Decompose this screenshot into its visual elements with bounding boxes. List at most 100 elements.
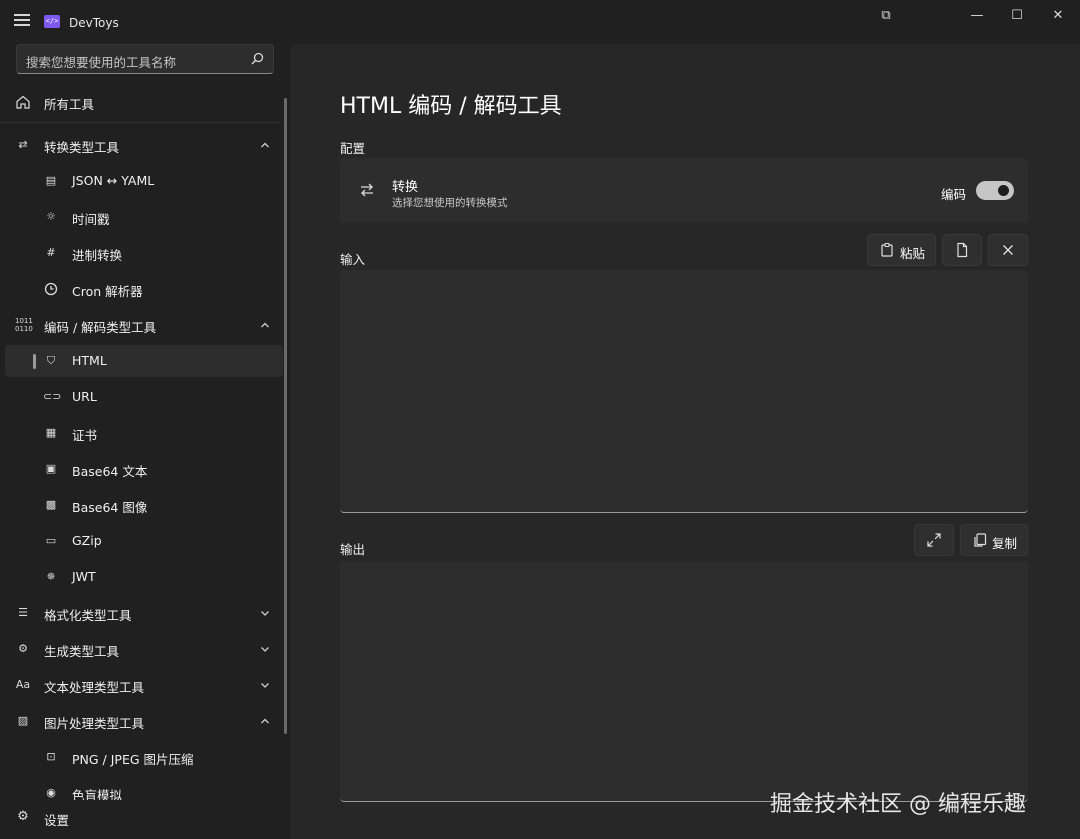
chevron-up-icon (261, 718, 269, 724)
sidebar-item-label: Cron 解析器 (72, 284, 143, 299)
title-bar: </> DevToys ⧉ — ☐ ✕ (0, 0, 1080, 36)
sidebar-group-label: 编码 / 解码类型工具 (44, 320, 157, 335)
sidebar-group-formatters[interactable]: ☰ 格式化类型工具 (5, 597, 283, 629)
sidebar-item-image-compressor[interactable]: ⊡ PNG / JPEG 图片压缩 (5, 741, 283, 773)
sidebar-item-all-tools[interactable]: 所有工具 (5, 86, 283, 118)
search-placeholder: 搜索您想要使用的工具名称 (26, 55, 177, 70)
text-icon: Aa (15, 678, 31, 691)
search-icon[interactable] (249, 51, 265, 67)
maximize-button[interactable]: ☐ (998, 4, 1036, 28)
output-label: 输出 (340, 542, 366, 557)
sidebar-item-timestamp[interactable]: ☼ 时间戳 (5, 201, 283, 233)
encode-toggle-switch[interactable] (976, 181, 1014, 200)
paste-button[interactable]: 粘贴 (867, 234, 936, 266)
picture-icon: ▨ (17, 714, 29, 727)
sidebar-group-label: 生成类型工具 (44, 644, 120, 659)
html5-icon: ⛉ (46, 354, 56, 367)
jwt-icon: ✵ (46, 570, 56, 583)
sidebar-group-label: 转换类型工具 (44, 140, 120, 155)
chevron-down-icon (261, 647, 269, 652)
minimize-button[interactable]: — (958, 4, 996, 28)
config-label: 配置 (340, 141, 366, 156)
sidebar-item-settings[interactable]: ⚙ 设置 (5, 800, 283, 834)
chevron-down-icon (261, 611, 269, 616)
gear-icon: ⚙ (17, 809, 29, 824)
hamburger-menu-icon[interactable] (14, 14, 30, 26)
sidebar-item-label: PNG / JPEG 图片压缩 (72, 752, 194, 767)
sidebar: 搜索您想要使用的工具名称 所有工具 ⇄ 转换类型工具 ▤ JSON ↔ YAML… (0, 36, 290, 839)
sidebar-item-label: 证书 (72, 428, 98, 443)
search-input[interactable]: 搜索您想要使用的工具名称 (16, 44, 274, 74)
chevron-down-icon (261, 683, 269, 688)
main-content: HTML 编码 / 解码工具 配置 转换 选择您想使用的转换模式 编码 输入 粘… (290, 44, 1080, 839)
conversion-description: 选择您想使用的转换模式 (392, 197, 508, 209)
base64-text-icon: ▣ (45, 462, 57, 475)
selection-indicator (33, 354, 36, 369)
expand-output-button[interactable] (914, 524, 954, 556)
timestamp-icon: ☼ (46, 210, 56, 223)
sidebar-item-label: 所有工具 (44, 97, 95, 112)
image-icon: ▩ (45, 498, 57, 511)
sidebar-group-converters[interactable]: ⇄ 转换类型工具 (5, 129, 283, 161)
compact-overlay-button[interactable]: ⧉ (867, 4, 905, 28)
sidebar-item-label: 进制转换 (72, 248, 123, 263)
converter-icon: ⇄ (18, 138, 28, 151)
copy-button[interactable]: 复制 (960, 524, 1028, 556)
conversion-title: 转换 (392, 180, 419, 195)
sidebar-group-graphic[interactable]: ▨ 图片处理类型工具 (5, 705, 283, 737)
sidebar-item-base64-image[interactable]: ▩ Base64 图像 (5, 489, 283, 521)
sidebar-item-html[interactable]: ⛉ HTML (5, 345, 283, 377)
sidebar-item-base64-text[interactable]: ▣ Base64 文本 (5, 453, 283, 485)
sidebar-item-label: HTML (72, 353, 107, 368)
expand-icon (927, 533, 941, 547)
clear-button[interactable] (988, 234, 1028, 266)
sidebar-item-label: Base64 图像 (72, 500, 148, 515)
link-icon: ⊂⊃ (43, 390, 62, 403)
sidebar-item-certificate[interactable]: ▦ 证书 (5, 417, 283, 449)
generator-icon: ⚙ (18, 642, 28, 655)
chevron-up-icon (261, 322, 269, 328)
sidebar-group-label: 格式化类型工具 (44, 608, 132, 623)
conversion-setting-card: 转换 选择您想使用的转换模式 编码 (340, 158, 1028, 223)
sidebar-item-gzip[interactable]: ▭ GZip (5, 525, 283, 557)
close-button[interactable]: ✕ (1039, 4, 1077, 28)
input-textarea[interactable] (340, 270, 1028, 513)
format-icon: ☰ (18, 606, 28, 619)
sidebar-item-json-yaml[interactable]: ▤ JSON ↔ YAML (5, 165, 283, 197)
certificate-icon: ▦ (45, 426, 57, 439)
home-icon (16, 95, 30, 109)
copy-label: 复制 (992, 536, 1018, 551)
chevron-up-icon (261, 142, 269, 148)
clipboard-icon (881, 242, 893, 257)
json-yaml-icon: ▤ (45, 174, 57, 187)
close-icon (1003, 245, 1013, 255)
eye-icon: ◉ (46, 786, 56, 799)
sidebar-item-label: JSON ↔ YAML (72, 173, 155, 188)
sidebar-item-label: 时间戳 (72, 212, 110, 227)
toggle-label: 编码 (941, 187, 967, 202)
sidebar-item-label: JWT (72, 569, 96, 584)
sidebar-group-encoders[interactable]: 1011 0110 编码 / 解码类型工具 (5, 309, 283, 341)
sidebar-item-cron[interactable]: Cron 解析器 (5, 273, 283, 305)
sidebar-item-label: Base64 文本 (72, 464, 148, 479)
clock-icon (44, 282, 58, 296)
output-textarea[interactable] (340, 561, 1028, 802)
sidebar-item-jwt[interactable]: ✵ JWT (5, 561, 283, 593)
sidebar-item-url[interactable]: ⊂⊃ URL (5, 381, 283, 413)
sidebar-item-number-base[interactable]: # 进制转换 (5, 237, 283, 269)
number-base-icon: # (46, 246, 56, 259)
sidebar-divider (0, 122, 282, 123)
swap-arrows-icon (361, 183, 373, 197)
sidebar-item-label: 设置 (44, 813, 70, 828)
page-title: HTML 编码 / 解码工具 (340, 94, 562, 119)
sidebar-group-generators[interactable]: ⚙ 生成类型工具 (5, 633, 283, 665)
input-label: 输入 (340, 252, 366, 267)
sidebar-group-label: 图片处理类型工具 (44, 716, 145, 731)
sidebar-scrollbar[interactable] (284, 98, 287, 734)
sidebar-group-text[interactable]: Aa 文本处理类型工具 (5, 669, 283, 701)
sidebar-group-label: 文本处理类型工具 (44, 680, 145, 695)
open-file-button[interactable] (942, 234, 982, 266)
paste-label: 粘贴 (900, 246, 926, 261)
copy-icon (974, 533, 987, 547)
app-logo-icon: </> (44, 15, 60, 28)
